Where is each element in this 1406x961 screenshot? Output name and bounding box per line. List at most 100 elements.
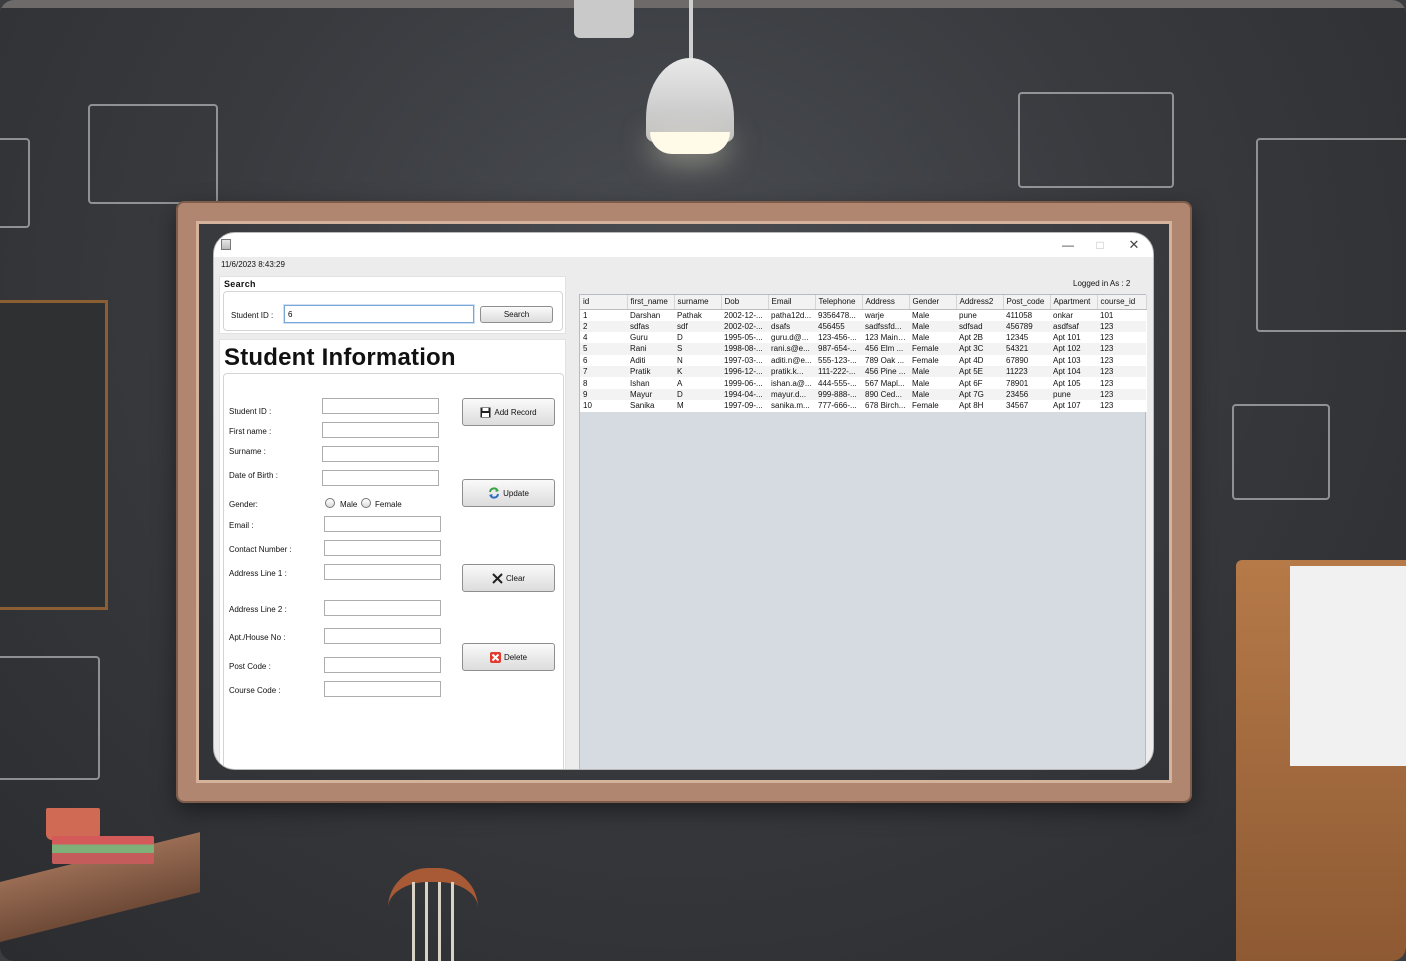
table-cell[interactable]: Ishan [627,377,674,388]
table-cell[interactable]: 34567 [1003,400,1050,411]
address-line-2-field[interactable] [324,600,441,616]
column-header-post-code[interactable]: Post_code [1003,295,1051,310]
clear-button[interactable]: Clear [462,564,555,592]
minimize-button[interactable]: — [1052,235,1084,255]
table-cell[interactable]: 890 Ced... [862,388,909,401]
table-cell[interactable]: 123 [1097,332,1146,343]
table-cell[interactable]: S [674,343,721,355]
table-cell[interactable]: 123 [1097,320,1146,332]
table-cell[interactable]: 555-123-... [815,355,862,366]
table-cell[interactable]: Apt 101 [1050,332,1097,343]
table-cell[interactable]: Guru [627,332,674,343]
table-cell[interactable]: sdf [674,320,721,332]
table-cell[interactable]: M [674,400,721,411]
table-cell[interactable]: sdfsad [956,320,1003,332]
table-cell[interactable]: Male [909,320,956,332]
table-cell[interactable]: dsafs [768,320,815,332]
table-cell[interactable]: mayur.d... [768,388,815,401]
gender-male-radio[interactable] [325,498,335,508]
table-cell[interactable]: 123 [1097,366,1146,378]
table-cell[interactable]: 678 Birch... [862,400,909,411]
table-cell[interactable]: 1997-03-... [721,355,768,366]
table-cell[interactable]: Apt 7G [956,388,1003,401]
table-cell[interactable]: guru.d@... [768,332,815,343]
table-cell[interactable]: 987-654-... [815,343,862,355]
table-cell[interactable]: 1995-05-... [721,332,768,343]
apt-house-no-field[interactable] [324,628,441,644]
column-header-surname[interactable]: surname [674,295,722,310]
table-cell[interactable]: pratik.k... [768,366,815,378]
table-cell[interactable]: Apt 4D [956,355,1003,366]
table-cell[interactable]: 123 [1097,377,1146,388]
table-cell[interactable]: A [674,377,721,388]
table-cell[interactable]: 123 [1097,355,1146,366]
post-code-field[interactable] [324,657,441,673]
table-cell[interactable]: Male [909,377,956,388]
table-cell[interactable]: Pratik [627,366,674,378]
table-cell[interactable]: 1994-04-... [721,388,768,401]
table-cell[interactable]: 123 [1097,400,1146,411]
table-row[interactable]: 9 Mayur D 1994-04-... mayur.d... 999-888-... 8… [580,388,1146,401]
table-cell[interactable]: Male [909,309,956,321]
table-cell[interactable]: 2002-02-... [721,320,768,332]
table-cell[interactable]: 78901 [1003,377,1050,388]
table-cell[interactable]: 8 [580,377,627,388]
table-cell[interactable]: 411058 [1003,309,1050,321]
table-cell[interactable]: 1999-06-... [721,377,768,388]
table-cell[interactable]: 777-666-... [815,400,862,411]
table-cell[interactable]: 123 [1097,388,1146,401]
table-cell[interactable]: 1996-12-... [721,366,768,378]
table-row[interactable]: 4 Guru D 1995-05-... guru.d@... 123-456-... 12… [580,332,1146,343]
table-cell[interactable]: 123 Main ... [862,332,909,343]
table-cell[interactable]: Pathak [674,309,721,321]
table-cell[interactable]: Apt 2B [956,332,1003,343]
search-button[interactable]: Search [480,306,553,323]
table-cell[interactable]: 444-555-... [815,377,862,388]
course-code-field[interactable] [324,681,441,697]
table-cell[interactable]: 9356478... [815,309,862,321]
table-cell[interactable]: Apt 104 [1050,366,1097,378]
table-cell[interactable]: Apt 105 [1050,377,1097,388]
table-cell[interactable]: 23456 [1003,388,1050,401]
table-cell[interactable]: N [674,355,721,366]
table-cell[interactable]: 2 [580,320,627,332]
table-cell[interactable]: Female [909,355,956,366]
table-cell[interactable]: 1997-09-... [721,400,768,411]
column-header-dob[interactable]: Dob [721,295,769,310]
table-cell[interactable]: 12345 [1003,332,1050,343]
table-cell[interactable]: onkar [1050,309,1097,321]
table-cell[interactable]: Sanika [627,400,674,411]
table-row[interactable]: 7 Pratik K 1996-12-... pratik.k... 111-222-..… [580,366,1146,378]
column-header-address2[interactable]: Address2 [956,295,1004,310]
table-cell[interactable]: asdfsaf [1050,320,1097,332]
table-row[interactable]: 8 Ishan A 1999-06-... ishan.a@... 444-555-...… [580,377,1146,388]
table-cell[interactable]: D [674,388,721,401]
table-cell[interactable]: K [674,366,721,378]
gender-female-label[interactable]: Female [375,500,402,509]
table-cell[interactable]: patha12d... [768,309,815,321]
table-cell[interactable]: Darshan [627,309,674,321]
table-row[interactable]: 5 Rani S 1998-08-... rani.s@e... 987-654-... 4… [580,343,1146,355]
column-header-address[interactable]: Address [862,295,910,310]
table-cell[interactable]: sadfssfd... [862,320,909,332]
table-cell[interactable]: Apt 5E [956,366,1003,378]
table-cell[interactable]: 1998-08-... [721,343,768,355]
table-cell[interactable]: sanika.m... [768,400,815,411]
update-button[interactable]: Update [462,479,555,507]
first-name-field[interactable] [322,422,439,438]
column-header-course-id[interactable]: course_id [1097,295,1147,310]
table-cell[interactable]: 456 Elm ... [862,343,909,355]
table-cell[interactable]: Apt 103 [1050,355,1097,366]
student-table-scrollpane[interactable]: id first_name surname Dob Email Telephone Addr… [579,294,1147,769]
column-header-apartment[interactable]: Apartment [1050,295,1098,310]
table-cell[interactable]: Apt 3C [956,343,1003,355]
table-cell[interactable]: 456 Pine ... [862,366,909,378]
table-cell[interactable]: 1 [580,309,627,321]
table-cell[interactable]: 999-888-... [815,388,862,401]
table-cell[interactable]: rani.s@e... [768,343,815,355]
address-line-1-field[interactable] [324,564,441,580]
table-cell[interactable]: warje [862,309,909,321]
table-cell[interactable]: sdfas [627,320,674,332]
gender-female-radio[interactable] [361,498,371,508]
table-cell[interactable]: 567 Mapl... [862,377,909,388]
